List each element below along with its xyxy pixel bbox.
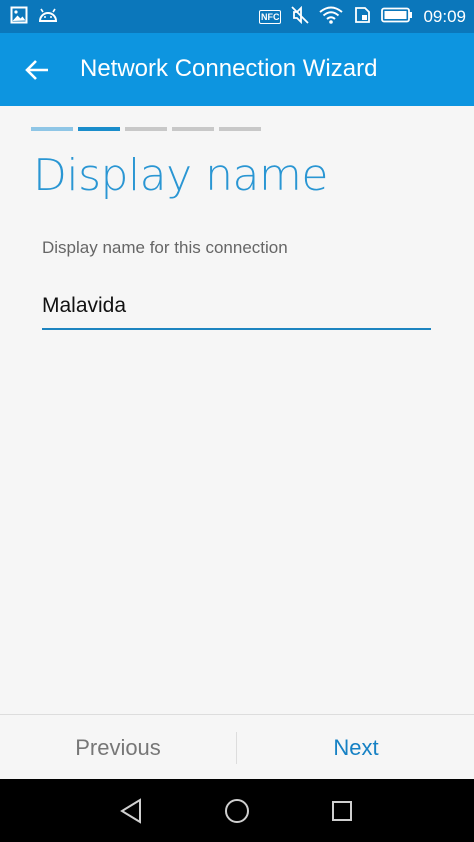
mute-icon xyxy=(291,5,310,29)
system-nav-bar xyxy=(0,779,474,842)
step-1 xyxy=(31,127,73,131)
arrow-left-icon xyxy=(25,60,48,80)
display-name-label: Display name for this connection xyxy=(42,238,288,257)
battery-icon xyxy=(381,7,413,28)
page-title: Display name xyxy=(33,150,328,201)
back-triangle-icon xyxy=(120,798,141,824)
app-bar: Network Connection Wizard xyxy=(0,33,474,106)
step-3 xyxy=(125,127,167,131)
footer-divider xyxy=(236,732,237,764)
nav-recents-button[interactable] xyxy=(324,793,360,829)
step-4 xyxy=(172,127,214,131)
step-2 xyxy=(78,127,120,131)
app-title: Network Connection Wizard xyxy=(80,55,378,82)
status-left-icons xyxy=(10,6,58,29)
status-right-icons: NFC 09:09 xyxy=(258,4,466,30)
previous-button[interactable]: Previous xyxy=(0,715,236,780)
status-time: 09:09 xyxy=(423,7,466,26)
home-circle-icon xyxy=(225,799,249,823)
next-button[interactable]: Next xyxy=(238,715,474,780)
back-button[interactable] xyxy=(14,47,60,93)
step-5 xyxy=(219,127,261,131)
status-bar: NFC 09:09 xyxy=(0,0,474,33)
nav-home-button[interactable] xyxy=(219,793,255,829)
android-icon xyxy=(38,8,58,27)
wizard-footer: Previous Next xyxy=(0,714,474,780)
wifi-icon xyxy=(319,6,344,29)
image-icon xyxy=(10,6,28,29)
display-name-input[interactable] xyxy=(42,284,431,330)
step-indicator xyxy=(31,127,261,131)
recents-square-icon xyxy=(332,801,352,821)
nfc-icon: NFC xyxy=(258,10,282,24)
sim-icon xyxy=(353,6,371,29)
wizard-screen: NFC 09:09 Network Connection Wizard Disp… xyxy=(0,0,474,842)
nav-back-button[interactable] xyxy=(113,793,149,829)
